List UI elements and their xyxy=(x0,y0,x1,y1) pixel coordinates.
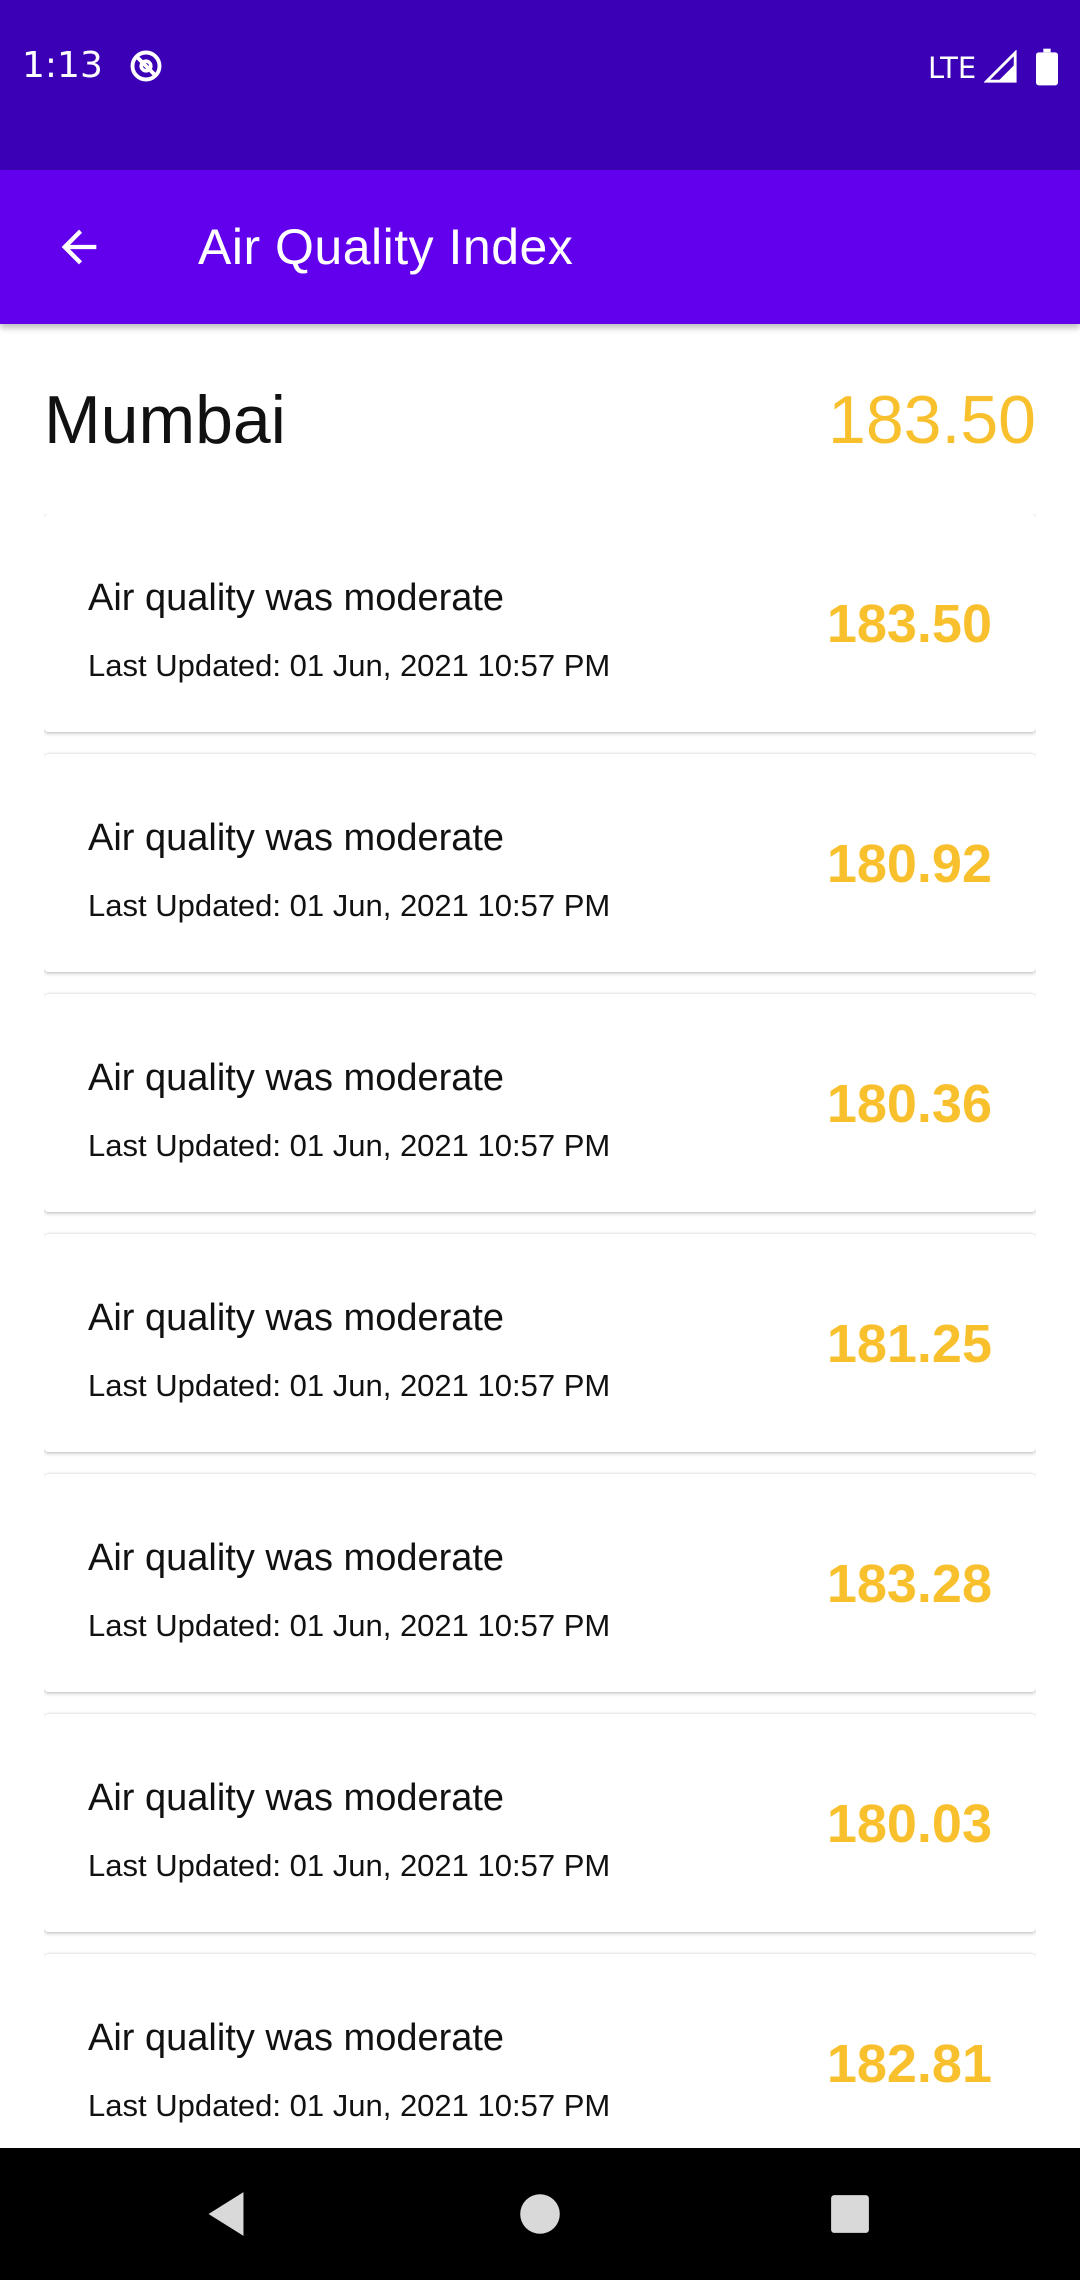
battery-icon xyxy=(1036,48,1058,86)
list-item[interactable]: Air quality was moderate Last Updated: 0… xyxy=(44,514,1036,732)
list-item[interactable]: Air quality was moderate Last Updated: 0… xyxy=(44,1714,1036,1932)
status-time: 1:13 xyxy=(22,45,103,86)
signal-icon xyxy=(984,50,1017,83)
reading-status: Air quality was moderate xyxy=(88,1297,505,1339)
reading-value: 180.36 xyxy=(826,1074,992,1134)
reading-value: 180.92 xyxy=(826,834,992,894)
reading-value: 181.25 xyxy=(826,1314,992,1374)
status-bar: 1:13 LTE xyxy=(0,0,1080,170)
reading-updated: Last Updated: 01 Jun, 2021 10:57 PM xyxy=(88,1368,611,1403)
reading-value: 180.03 xyxy=(826,1794,992,1854)
reading-status: Air quality was moderate xyxy=(88,2017,505,2059)
do-not-disturb-icon xyxy=(130,50,162,82)
recents-square-icon xyxy=(831,2195,869,2233)
city-aqi-value: 183.50 xyxy=(828,382,1036,458)
reading-status: Air quality was moderate xyxy=(88,1537,505,1579)
back-button[interactable] xyxy=(44,212,114,282)
nav-home-button[interactable] xyxy=(500,2174,580,2254)
list-item[interactable]: Air quality was moderate Last Updated: 0… xyxy=(44,994,1036,1212)
reading-value: 183.28 xyxy=(826,1554,992,1614)
reading-updated: Last Updated: 01 Jun, 2021 10:57 PM xyxy=(88,648,611,683)
reading-status: Air quality was moderate xyxy=(88,1777,505,1819)
app-bar: Air Quality Index xyxy=(0,170,1080,324)
list-item[interactable]: Air quality was moderate Last Updated: 0… xyxy=(44,1954,1036,2148)
reading-updated: Last Updated: 01 Jun, 2021 10:57 PM xyxy=(88,1128,611,1163)
reading-value: 182.81 xyxy=(826,2034,992,2094)
navigation-bar xyxy=(0,2148,1080,2280)
arrow-back-icon xyxy=(61,229,97,265)
list-item[interactable]: Air quality was moderate Last Updated: 0… xyxy=(44,1234,1036,1452)
reading-value: 183.50 xyxy=(826,594,992,654)
reading-updated: Last Updated: 01 Jun, 2021 10:57 PM xyxy=(88,2088,611,2123)
aqi-readings-list[interactable]: Air quality was moderate Last Updated: 0… xyxy=(44,514,1036,2148)
nav-back-button[interactable] xyxy=(186,2174,266,2254)
list-item[interactable]: Air quality was moderate Last Updated: 0… xyxy=(44,1474,1036,1692)
reading-status: Air quality was moderate xyxy=(88,817,505,859)
page-title: Air Quality Index xyxy=(198,219,574,275)
home-circle-icon xyxy=(520,2194,560,2234)
nav-recents-button[interactable] xyxy=(810,2174,890,2254)
list-item[interactable]: Air quality was moderate Last Updated: 0… xyxy=(44,754,1036,972)
back-triangle-icon xyxy=(208,2192,244,2236)
reading-updated: Last Updated: 01 Jun, 2021 10:57 PM xyxy=(88,1848,611,1883)
reading-status: Air quality was moderate xyxy=(88,577,505,619)
city-name: Mumbai xyxy=(44,382,286,458)
reading-updated: Last Updated: 01 Jun, 2021 10:57 PM xyxy=(88,888,611,923)
network-type: LTE xyxy=(928,51,977,85)
reading-updated: Last Updated: 01 Jun, 2021 10:57 PM xyxy=(88,1608,611,1643)
reading-status: Air quality was moderate xyxy=(88,1057,505,1099)
city-header: Mumbai 183.50 xyxy=(44,370,1036,470)
